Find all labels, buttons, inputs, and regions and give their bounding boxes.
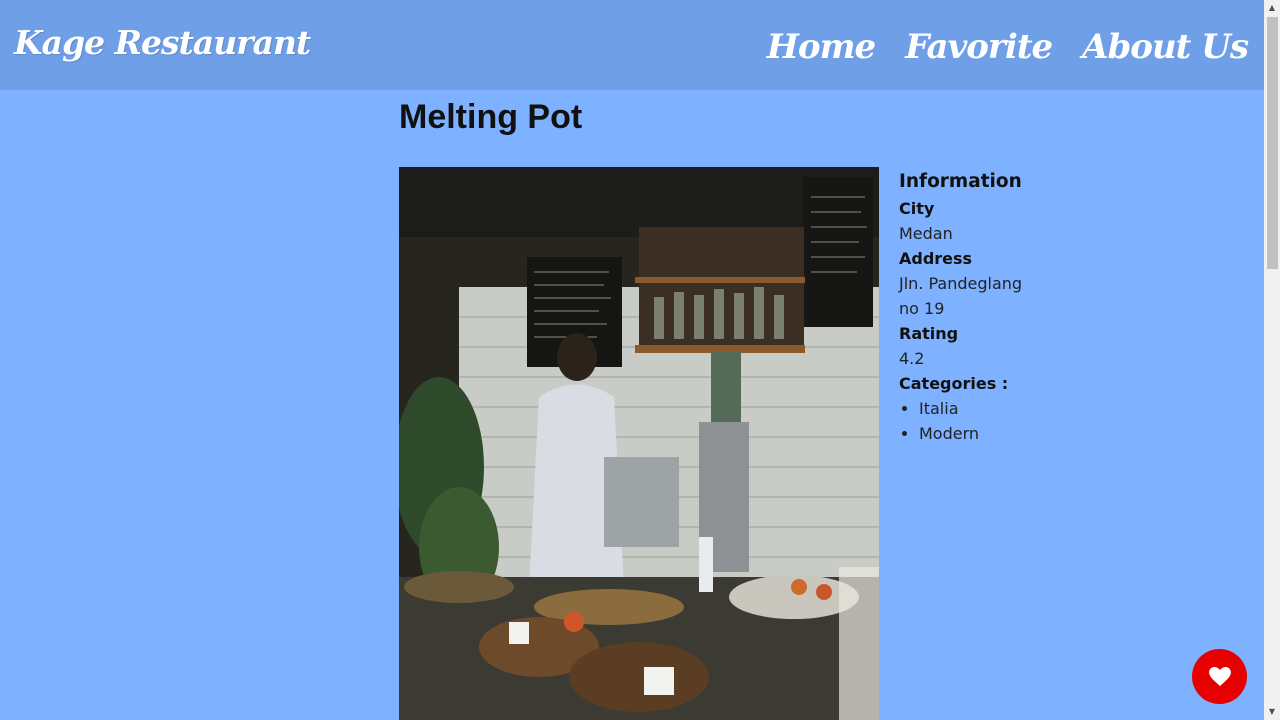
city-label: City: [899, 199, 935, 218]
nav-links: Home Favorite About Us: [767, 27, 1249, 67]
city-value: Medan: [899, 224, 953, 243]
category-item: Modern: [919, 421, 1029, 446]
heart-icon: [1208, 666, 1231, 686]
scroll-thumb[interactable]: [1267, 17, 1278, 269]
address-label: Address: [899, 249, 973, 268]
categories-label: Categories :: [899, 374, 1009, 393]
restaurant-name: Melting Pot: [399, 98, 583, 136]
nav-link-favorite[interactable]: Favorite: [905, 27, 1053, 67]
rating-label: Rating: [899, 324, 959, 343]
brand-logo[interactable]: Kage Restaurant: [14, 23, 311, 62]
nav-link-home[interactable]: Home: [767, 27, 876, 67]
rating-value: 4.2: [899, 349, 925, 368]
restaurant-information: Information City Medan Address Jln. Pand…: [899, 170, 1029, 446]
nav-link-about-us[interactable]: About Us: [1082, 27, 1249, 67]
restaurant-photo: [399, 167, 879, 720]
page-scrollbar[interactable]: ▲ ▼: [1264, 0, 1280, 720]
favorite-button[interactable]: [1192, 649, 1247, 704]
information-heading: Information: [899, 171, 1022, 192]
scroll-down-arrow-icon[interactable]: ▼: [1264, 704, 1280, 720]
scroll-up-arrow-icon[interactable]: ▲: [1264, 0, 1280, 16]
navbar: Kage Restaurant Home Favorite About Us: [0, 0, 1264, 90]
address-value: Jln. Pandeglang no 19: [899, 274, 1023, 318]
category-item: Italia: [919, 396, 1029, 421]
categories-list: Italia Modern: [899, 396, 1029, 446]
restaurant-photo-illustration: [399, 167, 879, 720]
